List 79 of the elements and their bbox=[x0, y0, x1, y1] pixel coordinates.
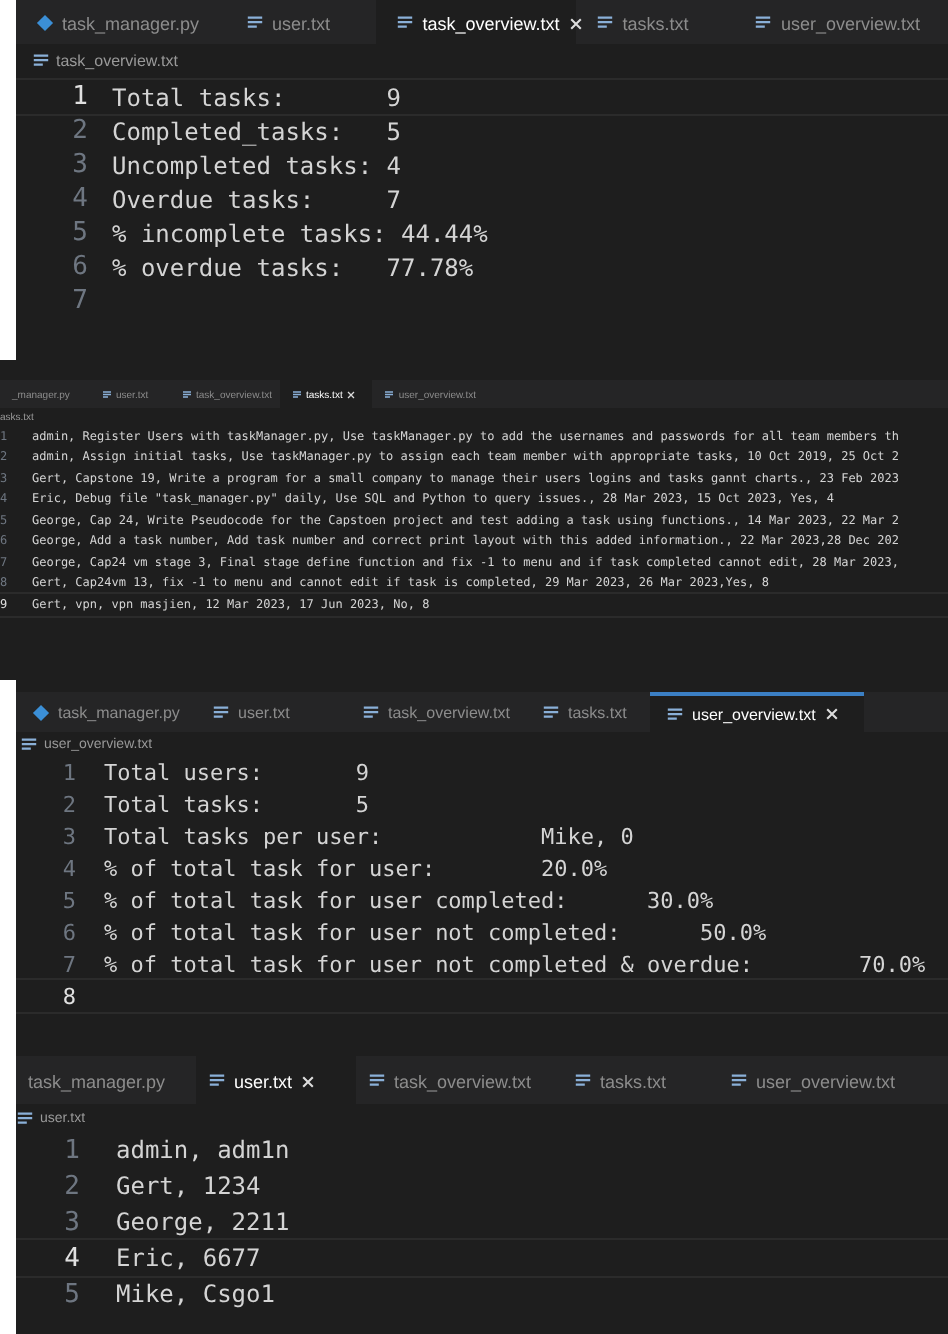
close-icon[interactable] bbox=[300, 1073, 317, 1089]
line-number: 5 bbox=[60, 887, 78, 913]
line-number: 2 bbox=[70, 116, 90, 146]
text-file-icon bbox=[368, 1072, 386, 1090]
text-file-icon bbox=[542, 704, 560, 722]
text-file-icon bbox=[292, 390, 302, 400]
line-number: 4 bbox=[70, 184, 90, 214]
text-file-icon bbox=[596, 14, 615, 32]
code-line: % overdue tasks: 77.78% bbox=[112, 253, 474, 281]
code-line: Gert, 1234 bbox=[116, 1172, 261, 1200]
line-number: 3 bbox=[60, 823, 78, 849]
file-tab[interactable]: task_manager.py bbox=[16, 1056, 196, 1104]
line-number: 6 bbox=[60, 919, 78, 945]
line-number: 6 bbox=[70, 252, 90, 282]
text-file-icon bbox=[396, 14, 415, 32]
text-file-icon bbox=[182, 390, 192, 400]
code-line: Total tasks: 5 bbox=[104, 791, 369, 817]
line-number: 3 bbox=[70, 150, 90, 180]
code-line: George, 2211 bbox=[116, 1208, 290, 1236]
line-number: 8 bbox=[60, 983, 78, 1009]
file-tab[interactable]: tasks.txt bbox=[562, 1056, 718, 1104]
file-tab[interactable]: user.txt bbox=[226, 0, 377, 44]
code-line: Mike, Csgo1 bbox=[116, 1280, 275, 1308]
file-tab[interactable]: task_overview.txt bbox=[346, 692, 526, 732]
line-number: 5 bbox=[70, 218, 90, 248]
code-line: Total tasks: 9 bbox=[112, 83, 401, 111]
text-file-icon bbox=[246, 14, 264, 32]
line-number: 4 bbox=[62, 1243, 82, 1273]
code-line: Completed_tasks: 5 bbox=[112, 117, 401, 145]
text-file-icon bbox=[666, 705, 684, 723]
file-tab[interactable]: user.txt bbox=[196, 1056, 356, 1104]
line-number: 7 bbox=[60, 951, 78, 977]
code-line: % of total task for user completed: 30.0% bbox=[104, 887, 714, 913]
text-file-icon bbox=[574, 1072, 592, 1090]
file-tab[interactable]: task_manager.py bbox=[16, 0, 226, 44]
text-file-icon bbox=[16, 1109, 34, 1127]
code-line: Total users: 9 bbox=[104, 759, 369, 785]
line-number: 3 bbox=[62, 1207, 82, 1237]
line-number: 5 bbox=[62, 1279, 82, 1309]
line-number: 1 bbox=[62, 1135, 82, 1165]
code-line: admin, adm1n bbox=[116, 1136, 290, 1164]
file-tab[interactable]: tasks.txt bbox=[576, 0, 735, 44]
code-line: Overdue tasks: 7 bbox=[112, 185, 401, 213]
text-file-icon bbox=[102, 390, 112, 400]
line-number: 7 bbox=[70, 286, 90, 316]
text-file-icon bbox=[730, 1072, 748, 1090]
file-tab[interactable]: user_overview.txt bbox=[718, 1056, 920, 1104]
text-file-icon bbox=[32, 51, 50, 69]
code-line: Uncompleted tasks: 4 bbox=[112, 151, 401, 179]
close-icon[interactable] bbox=[567, 15, 584, 31]
code-line: % incomplete tasks: 44.44% bbox=[112, 219, 488, 247]
close-icon[interactable] bbox=[823, 706, 840, 722]
code-line: % of total task for user not completed: 50.0% bbox=[104, 919, 767, 945]
text-file-icon bbox=[20, 735, 38, 753]
text-file-icon bbox=[212, 704, 230, 722]
line-number: 2 bbox=[62, 1171, 82, 1201]
code-line: % of total task for user: 20.0% bbox=[104, 855, 608, 881]
text-file-icon bbox=[362, 704, 380, 722]
text-file-icon bbox=[208, 1072, 226, 1090]
code-line: Total tasks per user: Mike, 0 bbox=[104, 823, 634, 849]
code-line: % of total task for user not completed & overdue: 70.0% bbox=[104, 951, 926, 977]
file-tab[interactable]: user.txt bbox=[196, 692, 346, 732]
file-tab[interactable]: user_overview.txt bbox=[734, 0, 948, 44]
line-number: 4 bbox=[60, 855, 78, 881]
breadcrumb[interactable]: task_overview.txt bbox=[56, 51, 178, 69]
file-tab[interactable]: task_manager.py bbox=[16, 692, 196, 732]
file-tab[interactable]: tasks.txt bbox=[526, 692, 650, 732]
text-file-icon bbox=[384, 390, 395, 400]
python-file-icon bbox=[36, 14, 54, 32]
file-tab[interactable]: task_overview.txt bbox=[356, 1056, 562, 1104]
python-file-icon bbox=[32, 704, 50, 722]
text-file-icon bbox=[754, 14, 773, 32]
file-tab[interactable]: task_overview.txt bbox=[376, 0, 577, 44]
line-number: 1 bbox=[70, 82, 90, 112]
code-line: Eric, 6677 bbox=[116, 1244, 261, 1272]
close-icon[interactable] bbox=[346, 390, 357, 400]
line-number: 1 bbox=[60, 759, 78, 785]
file-tab[interactable]: user_overview.txt bbox=[650, 692, 864, 732]
line-number: 2 bbox=[60, 791, 78, 817]
